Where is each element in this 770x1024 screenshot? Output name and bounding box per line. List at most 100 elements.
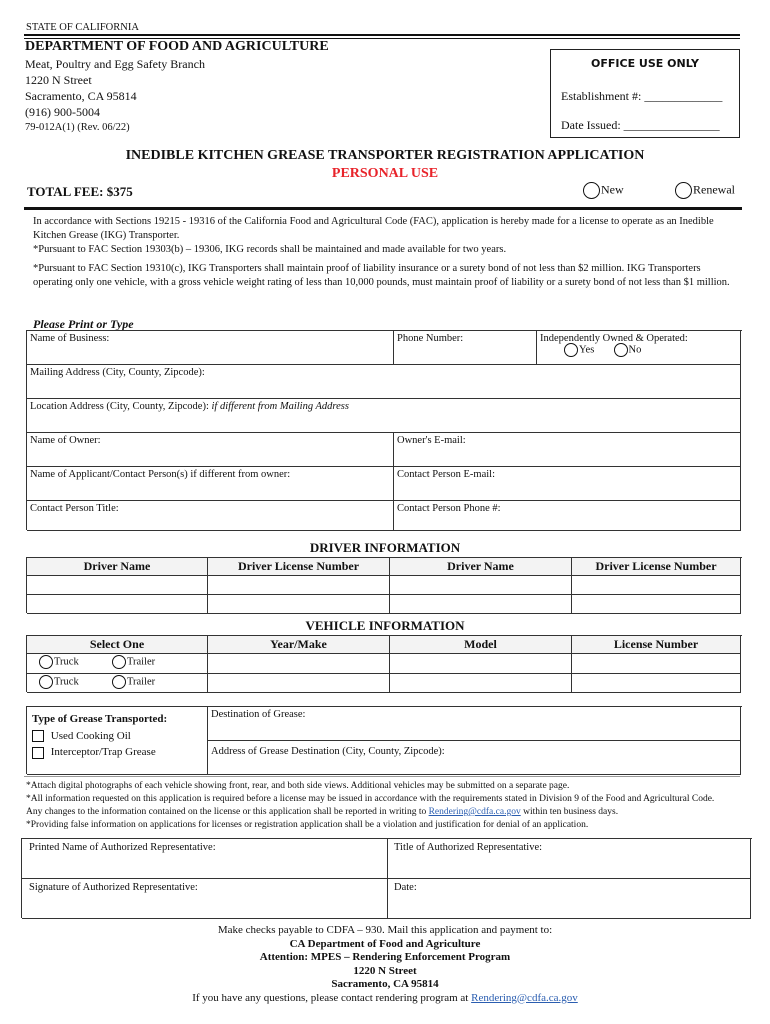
date-issued-field[interactable]: Date Issued: ________________ [561,118,720,133]
driver-name-input[interactable] [27,595,208,614]
info-required-text-end: within ten business days. [520,807,619,817]
info-required-note: *All information requested on this appli… [26,793,726,819]
contact-text: If you have any questions, please contac… [192,991,472,1004]
driver-name-input[interactable] [390,576,572,595]
trailer-label: Trailer [126,676,156,688]
representative-title-label: Title of Authorized Representative: [394,842,543,853]
new-radio[interactable] [583,182,600,199]
driver-license-input[interactable] [572,576,741,595]
renewal-label: Renewal [693,182,735,197]
driver-name-input[interactable] [27,576,208,595]
year-make-header: Year/Make [208,636,390,654]
owner-name-field[interactable]: Name of Owner: [27,433,394,467]
model-input[interactable] [390,654,572,674]
title-rule [24,207,742,210]
license-number-header: License Number [572,636,741,654]
form-subtitle: PERSONAL USE [331,166,439,181]
trap-grease-option[interactable]: Interceptor/Trap Grease [32,746,202,759]
total-fee: TOTAL FEE: $375 [27,184,133,199]
mailing-address-field[interactable]: Mailing Address (City, County, Zipcode): [27,365,741,399]
signature-table: Printed Name of Authorized Representativ… [21,838,752,919]
driver-license-input[interactable] [208,595,390,614]
vehicle-type-select: Truck Trailer [27,654,208,674]
year-make-input[interactable] [208,654,390,674]
mail-recipient: CA Department of Food and Agriculture [289,937,481,950]
representative-title-field[interactable]: Title of Authorized Representative: [388,839,751,879]
phone-number: (916) 900-5004 [25,105,100,119]
truck-radio[interactable] [39,655,53,669]
trailer-radio[interactable] [111,655,126,669]
contact-line: If you have any questions, please contac… [0,992,770,1006]
mail-city: Sacramento, CA 95814 [331,978,439,990]
grease-type-cell: Type of Grease Transported: Used Cooking… [27,707,208,775]
contact-email-label: Contact Person E-mail: [397,469,495,480]
applicant-name-field[interactable]: Name of Applicant/Contact Person(s) if d… [27,467,394,501]
grease-destination-label: Destination of Grease: [211,709,306,720]
grease-type-label: Type of Grease Transported: [32,713,168,725]
mail-attention: Attention: MPES – Rendering Enforcement … [259,951,511,963]
state-label: STATE OF CALIFORNIA [26,22,139,33]
signature-label: Signature of Authorized Representative: [29,882,198,893]
driver-license-input[interactable] [572,595,741,614]
applicant-info-table: Name of Business: Phone Number: Independ… [26,330,742,531]
business-name-field[interactable]: Name of Business: [27,331,394,365]
contact-phone-field[interactable]: Contact Person Phone #: [394,501,741,531]
printed-name-field[interactable]: Printed Name of Authorized Representativ… [22,839,388,879]
vehicle-type-select: Truck Trailer [27,674,208,693]
printed-name-label: Printed Name of Authorized Representativ… [29,842,216,853]
model-input[interactable] [390,674,572,693]
false-info-note: *Providing false information on applicat… [26,820,589,830]
grease-destination-field[interactable]: Destination of Grease: [208,707,741,741]
trailer-radio[interactable] [111,675,126,689]
driver-license-input[interactable] [208,576,390,595]
owner-email-field[interactable]: Owner's E-mail: [394,433,741,467]
header-rule [24,34,740,36]
office-use-title: OFFICE USE ONLY [591,57,699,70]
phone-number-label: Phone Number: [397,333,464,344]
truck-label: Truck [54,676,79,688]
mailing-address-label: Mailing Address (City, County, Zipcode): [30,367,205,378]
used-cooking-oil-option[interactable]: Used Cooking Oil [32,730,202,743]
license-number-input[interactable] [572,674,741,693]
date-field[interactable]: Date: [388,879,751,919]
no-radio[interactable] [613,343,628,357]
grease-destination-address-field[interactable]: Address of Grease Destination (City, Cou… [208,741,741,775]
city-address: Sacramento, CA 95814 [25,89,137,103]
grease-destination-address-label: Address of Grease Destination (City, Cou… [211,746,445,757]
records-note: *Pursuant to FAC Section 19303(b) – 1930… [33,244,507,255]
applicant-name-label: Name of Applicant/Contact Person(s) if d… [30,469,291,480]
yes-radio[interactable] [564,343,578,357]
used-cooking-oil-checkbox[interactable] [32,730,44,743]
driver-name-input[interactable] [390,595,572,614]
payment-instructions: Make checks payable to CDFA – 930. Mail … [217,924,553,936]
establishment-number-field[interactable]: Establishment #: _____________ [561,89,722,104]
footer-email-link[interactable]: Rendering@cdfa.ca.gov [471,992,578,1004]
license-number-input[interactable] [572,654,741,674]
business-name-label: Name of Business: [30,333,110,344]
model-header: Model [390,636,572,654]
renewal-radio[interactable] [675,182,692,199]
renewal-option[interactable]: Renewal [675,182,735,199]
new-label: New [601,182,624,197]
contact-title-field[interactable]: Contact Person Title: [27,501,394,531]
year-make-input[interactable] [208,674,390,693]
vehicle-info-table: Select One Year/Make Model License Numbe… [26,635,742,693]
office-use-box: OFFICE USE ONLY Establishment #: _______… [550,49,740,138]
insurance-note: *Pursuant to FAC Section 19310(c), IKG T… [33,263,730,288]
street-address: 1220 N Street [25,73,92,87]
location-address-field[interactable]: Location Address (City, County, Zipcode)… [27,399,741,433]
phone-number-field[interactable]: Phone Number: [394,331,537,365]
contact-email-field[interactable]: Contact Person E-mail: [394,467,741,501]
truck-radio[interactable] [39,675,53,689]
form-id: 79-012A(1) (Rev. 06/22) [25,122,130,133]
rendering-email-link[interactable]: Rendering@cdfa.ca.gov [429,807,521,817]
contact-title-label: Contact Person Title: [30,503,119,514]
license-number-header-2: Driver License Number [572,558,741,576]
license-number-header-1: Driver License Number [208,558,390,576]
new-option[interactable]: New [583,182,624,199]
contact-phone-label: Contact Person Phone #: [397,503,501,514]
select-one-header: Select One [27,636,208,654]
trap-grease-checkbox[interactable] [32,746,44,759]
signature-field[interactable]: Signature of Authorized Representative: [22,879,388,919]
owner-email-label: Owner's E-mail: [397,435,466,446]
